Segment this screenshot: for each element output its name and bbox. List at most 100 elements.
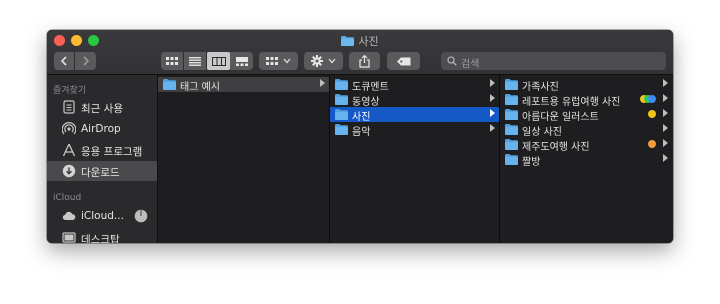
cloud-icon <box>62 211 76 221</box>
tag-icon <box>396 57 410 65</box>
folder-icon <box>341 36 355 46</box>
list-item-label: 제주도여행 사진 <box>522 142 590 153</box>
group-grid-icon <box>266 56 278 65</box>
folder-icon <box>505 154 518 165</box>
chevron-right-icon <box>490 79 495 87</box>
sidebar-item-applications[interactable]: 응용 프로그램 <box>47 140 157 160</box>
finder-window: 사진 검색 즐겨찾기 최근 사용 AirDrop 응용 프로그램 다운로드 iC… <box>47 30 673 243</box>
list-item[interactable]: 짤방 <box>500 152 673 168</box>
list-item-label: 동영상 <box>352 97 380 108</box>
title-bar: 사진 검색 <box>47 30 673 75</box>
sidebar-item-icloud-drive[interactable]: iCloud... <box>47 206 157 226</box>
list-item[interactable]: 제주도여행 사진 <box>500 137 673 153</box>
chevron-right-icon <box>490 109 495 117</box>
download-icon <box>62 164 76 178</box>
list-item[interactable]: 도큐멘트 <box>330 77 499 93</box>
folder-icon <box>163 79 176 90</box>
icon-view-button[interactable] <box>161 52 184 70</box>
chevron-right-icon <box>490 94 495 102</box>
gallery-view-icon <box>235 56 248 66</box>
group-button-content <box>259 52 298 70</box>
list-item[interactable]: 레포트용 유럽여행 사진 <box>500 92 673 108</box>
recent-icon <box>63 100 75 114</box>
list-item-label: 아름다운 일러스트 <box>522 112 599 123</box>
column-view-icon <box>211 56 226 66</box>
list-view-button[interactable] <box>184 52 207 70</box>
chevron-right-icon <box>82 56 89 66</box>
list-item[interactable]: 음악 <box>330 122 499 138</box>
back-button[interactable] <box>54 52 75 70</box>
chevron-down-icon <box>283 58 291 64</box>
view-switcher <box>161 52 253 70</box>
folder-icon <box>505 79 518 90</box>
sidebar-item-airdrop[interactable]: AirDrop <box>47 119 157 139</box>
chevron-right-icon <box>663 94 668 102</box>
browser-column-1: 태그 예시 <box>158 75 330 243</box>
tag-button-content <box>387 52 420 70</box>
list-item[interactable]: 태그 예시 <box>158 77 329 93</box>
list-item-label: 레포트용 유럽여행 사진 <box>522 97 621 108</box>
gear-icon <box>311 55 323 67</box>
chevron-right-icon <box>490 124 495 132</box>
share-button[interactable] <box>349 52 380 70</box>
airdrop-icon <box>62 122 76 135</box>
share-button-content <box>349 52 380 70</box>
tag-button[interactable] <box>387 52 420 70</box>
action-button-content <box>304 52 343 70</box>
folder-icon <box>335 109 348 120</box>
sidebar-item-recents[interactable]: 최근 사용 <box>47 97 157 117</box>
list-item[interactable]: 일상 사진 <box>500 122 673 138</box>
sidebar-item-desktop[interactable]: 데스크탑 <box>47 228 157 243</box>
folder-icon <box>335 124 348 135</box>
folder-icon <box>335 79 348 90</box>
folder-icon <box>505 139 518 150</box>
list-item[interactable]: 사진 <box>330 107 499 123</box>
group-button[interactable] <box>259 52 298 70</box>
share-icon <box>359 54 370 68</box>
chevron-right-icon <box>320 79 325 87</box>
sidebar-item-downloads[interactable]: 다운로드 <box>47 161 157 181</box>
sidebar-item-label: 최근 사용 <box>81 103 123 115</box>
chevron-right-icon <box>663 154 668 162</box>
list-item-label: 도큐멘트 <box>352 82 389 93</box>
sidebar: 즐겨찾기 최근 사용 AirDrop 응용 프로그램 다운로드 iCloud i… <box>47 75 158 243</box>
icon-view-icon <box>166 56 178 65</box>
search-icon <box>447 56 457 66</box>
search-field[interactable]: 검색 <box>441 52 666 70</box>
list-item[interactable]: 동영상 <box>330 92 499 108</box>
list-item-label: 가족사진 <box>522 82 559 93</box>
sidebar-item-label: iCloud... <box>81 210 124 222</box>
browser-column-2: 도큐멘트 동영상 사진 음악 <box>330 75 500 243</box>
folder-icon <box>505 124 518 135</box>
gallery-view-button[interactable] <box>230 52 253 70</box>
folder-icon <box>505 109 518 120</box>
tag-dot-blue <box>648 95 656 103</box>
sidebar-item-label: 응용 프로그램 <box>81 146 143 158</box>
column-view-button[interactable] <box>207 52 230 70</box>
list-item-label: 음악 <box>352 127 371 138</box>
list-item-label: 짤방 <box>522 157 541 168</box>
nav-buttons <box>54 52 96 70</box>
chevron-down-icon <box>328 58 336 64</box>
list-item-label: 일상 사진 <box>522 127 562 138</box>
folder-icon <box>505 94 518 105</box>
chevron-right-icon <box>663 139 668 147</box>
tag-dot-orange <box>648 140 656 148</box>
window-title-text: 사진 <box>358 35 379 48</box>
list-item[interactable]: 아름다운 일러스트 <box>500 107 673 123</box>
list-item[interactable]: 가족사진 <box>500 77 673 93</box>
chevron-right-icon <box>663 109 668 117</box>
window-title: 사진 <box>47 33 673 49</box>
chevron-left-icon <box>60 56 67 66</box>
list-item-label: 사진 <box>352 112 371 123</box>
chevron-right-icon <box>663 79 668 87</box>
browser-column-3: 가족사진 레포트용 유럽여행 사진 아름다운 일러스트 일상 사진 제주도여행 … <box>500 75 673 243</box>
sidebar-item-label: 다운로드 <box>81 167 120 179</box>
sidebar-item-label: 데스크탑 <box>81 234 120 243</box>
forward-button[interactable] <box>75 52 96 70</box>
tag-dot-yellow <box>648 110 656 118</box>
icloud-header: iCloud <box>53 193 82 203</box>
action-button[interactable] <box>304 52 343 70</box>
sync-progress-icon <box>134 209 148 223</box>
list-view-icon <box>189 56 201 66</box>
